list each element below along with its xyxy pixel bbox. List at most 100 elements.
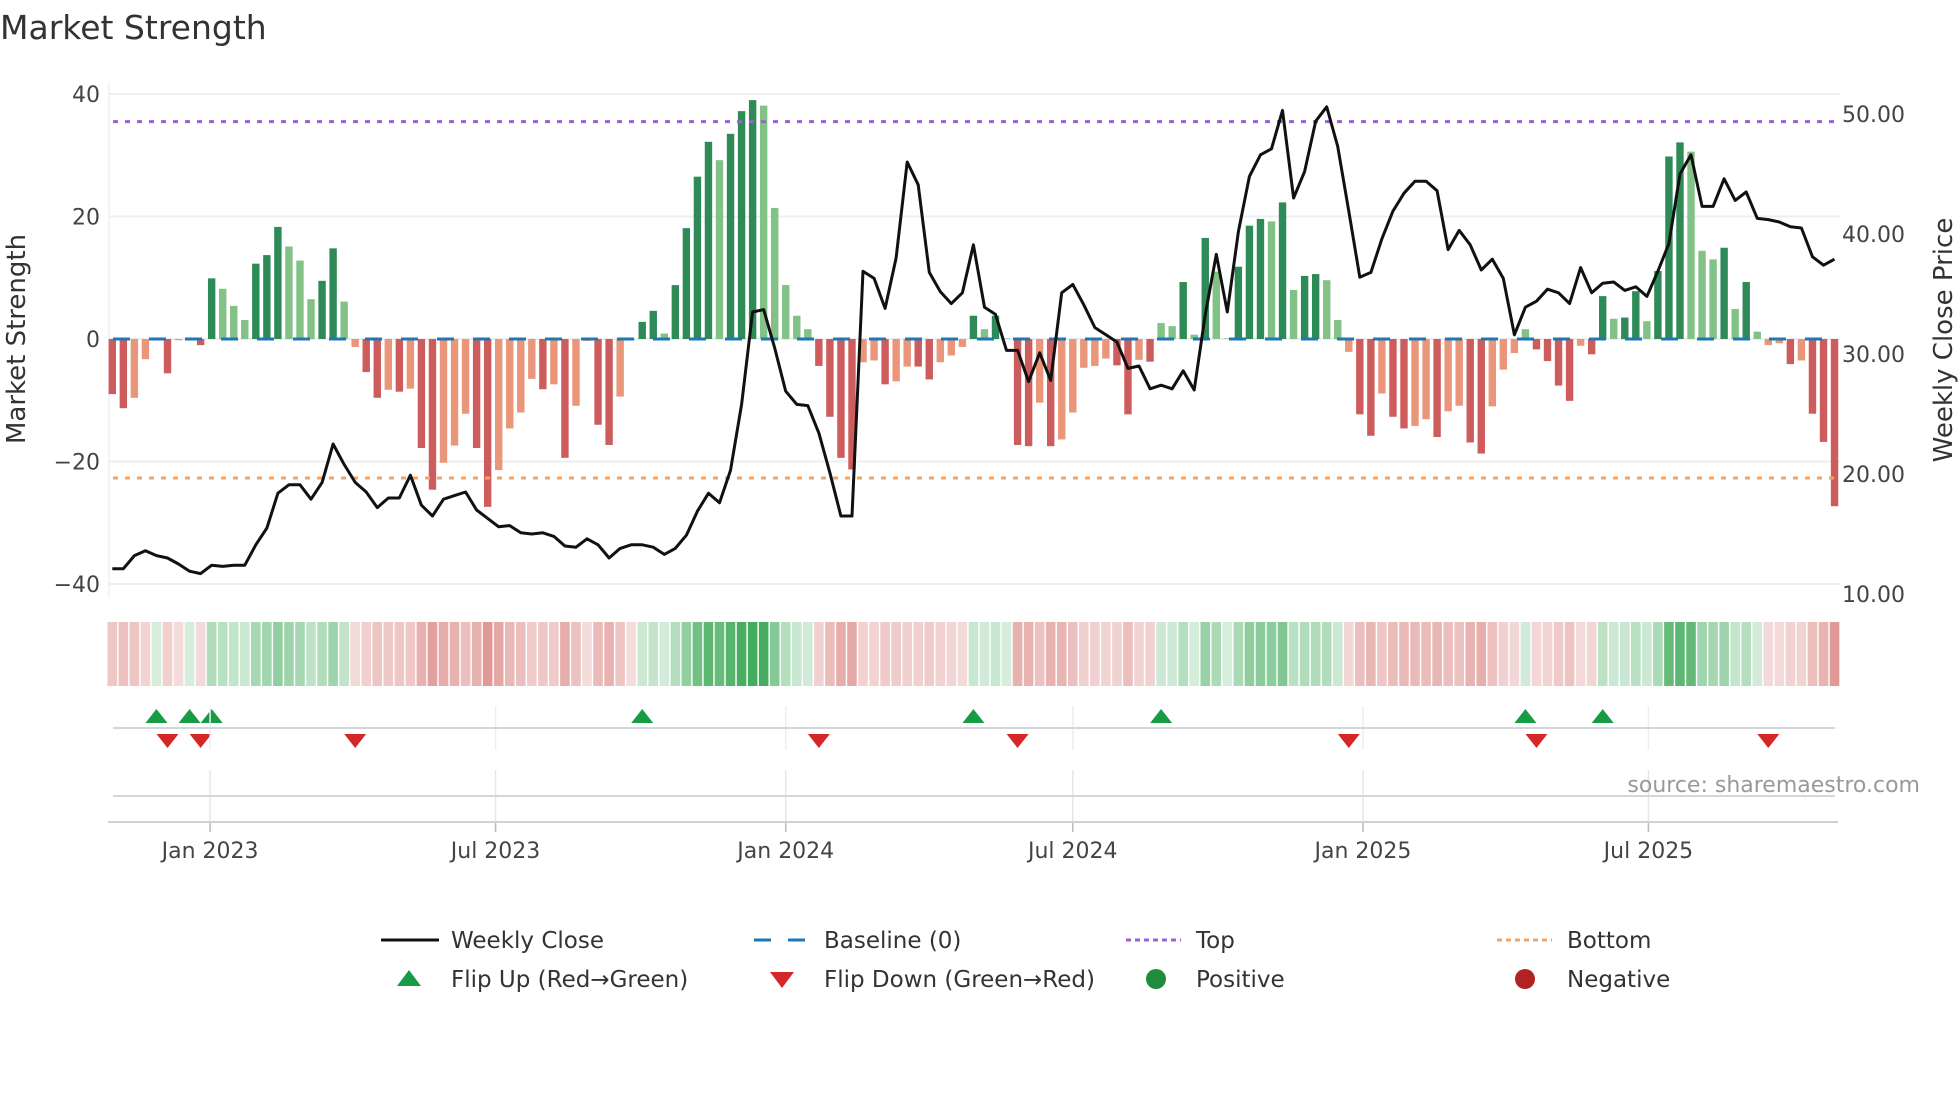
strength-bar [605, 339, 613, 445]
right-axis-title: Weekly Close Price [1929, 218, 1959, 463]
strength-bar [1709, 259, 1717, 339]
strength-bar [1091, 339, 1099, 366]
strength-bar [428, 339, 437, 490]
strength-bar [1058, 339, 1066, 440]
strength-bar [362, 339, 370, 373]
strength-bar [340, 301, 348, 339]
strength-bar [782, 285, 790, 339]
heat-cell [372, 622, 383, 686]
strength-bar [373, 339, 381, 398]
heat-cell [1377, 622, 1387, 686]
heat-cell [1023, 622, 1034, 686]
legend-label: Bottom [1567, 928, 1651, 954]
heat-cell [449, 622, 460, 686]
heat-cell [394, 622, 405, 686]
heat-cell [162, 622, 173, 686]
heat-cell [1178, 622, 1188, 686]
strength-bar [1587, 339, 1596, 355]
strength-bar [1311, 274, 1320, 339]
strength-bar [1267, 221, 1276, 339]
heat-cell [1355, 622, 1365, 686]
x-tick-label: Jan 2023 [160, 839, 259, 864]
heat-cell [1752, 622, 1763, 686]
heat-cell [659, 622, 670, 686]
heat-cell [107, 622, 118, 686]
y-tick-label: 0 [86, 328, 100, 353]
heat-cell [736, 622, 747, 686]
strength-bar [1334, 320, 1342, 339]
strength-bar [207, 278, 216, 339]
heat-cell [1675, 622, 1685, 686]
heat-cell [1134, 622, 1144, 686]
market-strength-chart: Market Strength 40 20 0 −20 −40 50.00 40.00 30… [0, 8, 1959, 993]
heat-cell [1631, 622, 1641, 686]
strength-bar [252, 263, 260, 339]
heat-cell [1255, 622, 1266, 686]
strength-bar [1157, 323, 1165, 339]
heat-cell [1001, 622, 1012, 686]
heat-cell [990, 622, 1001, 686]
strength-bar [1400, 339, 1408, 429]
strength-bar [274, 226, 282, 339]
heat-cell [902, 622, 912, 686]
strength-bar [1753, 331, 1761, 339]
heat-cell [681, 622, 692, 686]
strength-bars [108, 100, 1839, 507]
flip-down-marker [344, 734, 367, 748]
flip-down-marker [1006, 734, 1029, 748]
heat-cell [1045, 622, 1056, 686]
chart-title: Market Strength [0, 8, 267, 47]
heat-cell [284, 622, 294, 686]
heat-cell [714, 622, 725, 686]
strength-bar [1576, 339, 1585, 346]
heat-cell [1321, 622, 1332, 686]
strength-bar [130, 339, 139, 398]
strength-bar [1488, 339, 1496, 407]
heat-cell [560, 622, 570, 686]
legend-label: Flip Down (Green→Red) [824, 967, 1095, 993]
heat-cell [416, 622, 427, 686]
heat-cell [184, 622, 195, 686]
legend-label: Top [1195, 928, 1235, 954]
heat-cell [1067, 622, 1078, 686]
legend-flip-up-icon [397, 970, 421, 986]
heat-cell [239, 622, 250, 686]
heat-cell [504, 622, 515, 686]
heat-cell [1012, 622, 1023, 686]
strength-bar [119, 339, 128, 409]
strength-bar [450, 339, 459, 446]
heat-cell [317, 622, 327, 686]
heat-cell [460, 622, 471, 686]
heat-cell [1299, 622, 1310, 686]
heat-cell [1167, 622, 1177, 686]
strength-bar [1345, 339, 1353, 352]
heat-cell [1123, 622, 1133, 686]
strength-bar [1444, 339, 1452, 412]
strength-bar [472, 339, 481, 449]
heat-cell [913, 622, 924, 686]
heat-cell [1774, 622, 1785, 686]
heat-cell [1310, 622, 1321, 686]
heat-cell [538, 622, 548, 686]
heat-cell [1829, 622, 1840, 686]
heat-cell [1807, 622, 1818, 686]
heat-cell [725, 622, 736, 686]
strength-bar [903, 339, 911, 367]
heat-cell [615, 622, 625, 686]
heat-cell [328, 622, 338, 686]
strength-bar [1378, 339, 1386, 394]
flip-up-marker [1514, 709, 1537, 723]
strength-bar [616, 339, 624, 397]
heat-cell [217, 622, 228, 686]
right-axis-ticks: 50.00 40.00 30.00 20.00 10.00 [1842, 103, 1905, 608]
strength-bar [594, 339, 602, 425]
heat-cell [814, 622, 824, 686]
heat-cell [803, 622, 813, 686]
heat-cell [703, 622, 714, 686]
heat-cell [1818, 622, 1829, 686]
heat-cell [549, 622, 559, 686]
heat-cell [1443, 622, 1453, 686]
strength-bar [561, 339, 569, 458]
strength-bar [1300, 275, 1309, 339]
heat-cell [195, 622, 206, 686]
